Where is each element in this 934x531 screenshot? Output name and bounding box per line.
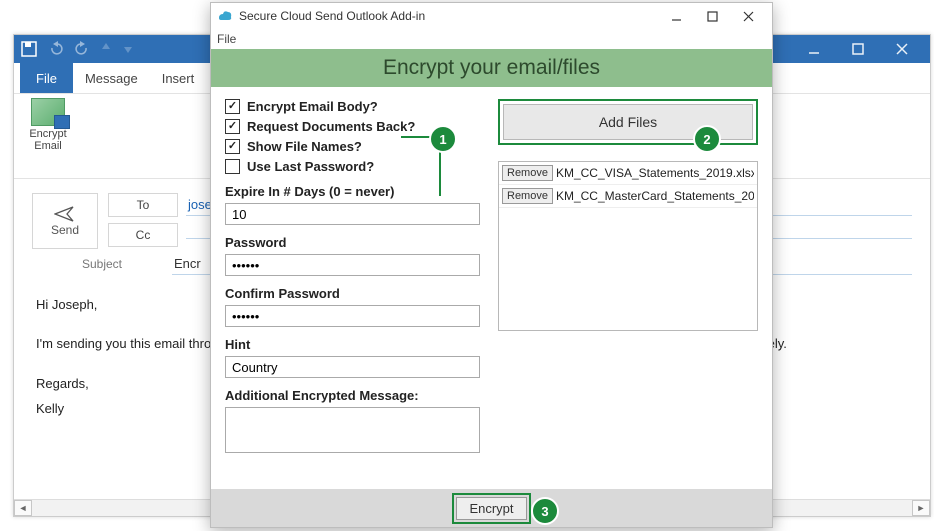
file-list: Remove KM_CC_VISA_Statements_2019.xlsx R…: [498, 161, 758, 331]
dialog-title: Secure Cloud Send Outlook Add-in: [239, 9, 425, 23]
dialog-titlebar: Secure Cloud Send Outlook Add-in: [211, 3, 772, 29]
scroll-left-icon[interactable]: ◄: [14, 500, 32, 516]
subject-label: Subject: [32, 257, 172, 271]
remove-file-button[interactable]: Remove: [502, 165, 553, 181]
send-label: Send: [51, 223, 79, 237]
additional-message-input[interactable]: [225, 407, 480, 453]
dialog-menubar: File: [211, 29, 772, 49]
options-column: ✓Encrypt Email Body? ✓Request Documents …: [225, 99, 480, 481]
checkbox-icon: ✓: [225, 99, 240, 114]
hint-input[interactable]: [225, 356, 480, 378]
checkbox-icon: [225, 159, 240, 174]
close-icon[interactable]: [880, 35, 924, 63]
expire-input[interactable]: [225, 203, 480, 225]
file-row: Remove KM_CC_VISA_Statements_2019.xlsx: [499, 162, 757, 185]
scroll-right-icon[interactable]: ►: [912, 500, 930, 516]
checkbox-encrypt-body[interactable]: ✓Encrypt Email Body?: [225, 99, 480, 114]
file-row: Remove KM_CC_MasterCard_Statements_201: [499, 185, 757, 208]
send-button[interactable]: Send: [32, 193, 98, 249]
up-icon[interactable]: [100, 41, 112, 58]
password-label: Password: [225, 235, 480, 250]
dialog-footer: Encrypt: [211, 489, 772, 527]
redo-icon[interactable]: [74, 40, 90, 59]
encrypt-highlight: Encrypt: [452, 493, 530, 524]
password-input[interactable]: [225, 254, 480, 276]
callout-badge-3: 3: [531, 497, 559, 525]
confirm-password-input[interactable]: [225, 305, 480, 327]
minimize-icon[interactable]: [792, 35, 836, 63]
hint-label: Hint: [225, 337, 480, 352]
secure-cloud-send-dialog: Secure Cloud Send Outlook Add-in File En…: [210, 2, 773, 528]
tab-message[interactable]: Message: [73, 63, 150, 93]
remove-file-button[interactable]: Remove: [502, 188, 553, 204]
dialog-file-menu[interactable]: File: [217, 32, 236, 46]
checkbox-use-last-password[interactable]: Use Last Password?: [225, 159, 480, 174]
additional-message-label: Additional Encrypted Message:: [225, 388, 480, 403]
dialog-banner: Encrypt your email/files: [211, 49, 772, 87]
file-name: KM_CC_MasterCard_Statements_201: [556, 189, 754, 203]
maximize-icon[interactable]: [836, 35, 880, 63]
dialog-close-icon[interactable]: [730, 4, 766, 28]
tab-insert[interactable]: Insert: [150, 63, 207, 93]
quick-access-toolbar: [20, 40, 134, 59]
tab-file[interactable]: File: [20, 63, 73, 93]
ribbon-label: Email: [24, 140, 72, 152]
save-icon[interactable]: [20, 40, 38, 58]
dialog-maximize-icon[interactable]: [694, 4, 730, 28]
encrypt-button[interactable]: Encrypt: [456, 497, 526, 520]
to-button[interactable]: To: [108, 193, 178, 217]
files-column: Add Files Remove KM_CC_VISA_Statements_2…: [498, 99, 758, 481]
expire-label: Expire In # Days (0 = never): [225, 184, 480, 199]
file-name: KM_CC_VISA_Statements_2019.xlsx: [556, 166, 754, 180]
encrypt-email-ribbon-button[interactable]: Encrypt Email: [24, 98, 72, 152]
undo-icon[interactable]: [48, 40, 64, 59]
ribbon-label: Encrypt: [24, 128, 72, 140]
callout-badge-1: 1: [429, 125, 457, 153]
app-logo-icon: [217, 8, 233, 24]
cc-button[interactable]: Cc: [108, 223, 178, 247]
confirm-password-label: Confirm Password: [225, 286, 480, 301]
down-icon[interactable]: [122, 41, 134, 58]
checkbox-icon: ✓: [225, 119, 240, 134]
encrypt-email-icon: [31, 98, 65, 126]
dialog-minimize-icon[interactable]: [658, 4, 694, 28]
callout-badge-2: 2: [693, 125, 721, 153]
send-icon: [54, 205, 76, 223]
checkbox-icon: ✓: [225, 139, 240, 154]
